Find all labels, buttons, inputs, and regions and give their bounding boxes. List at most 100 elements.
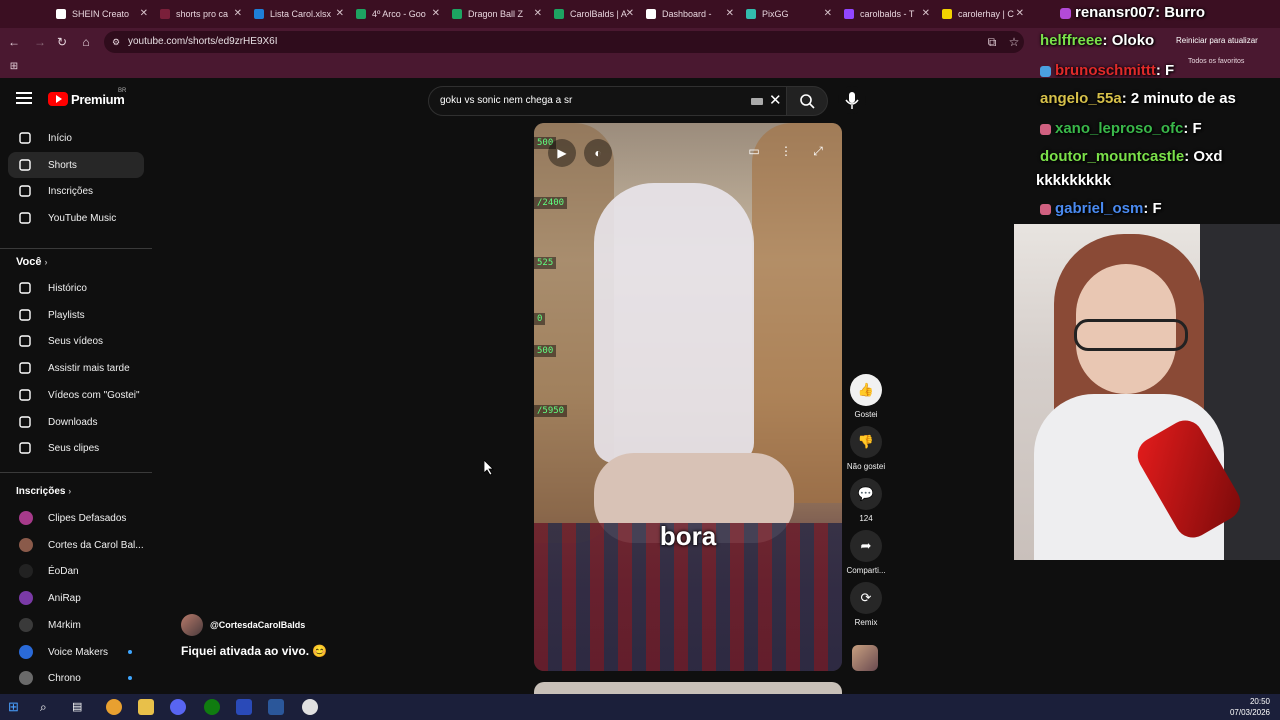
sidebar-item[interactable]: Playlists [8, 302, 144, 328]
menu-icon[interactable] [16, 92, 32, 104]
start-icon[interactable]: ⊞ [8, 699, 24, 715]
browser-tab[interactable]: carolerhay | C ✕ [942, 3, 1030, 25]
sidebar-item[interactable]: Início [8, 125, 144, 151]
stream-chat-overlay: renansr007: Burro helffreee: Oloko brunosc… [1030, 0, 1280, 224]
subscriptions-icon [18, 184, 32, 198]
action-remix[interactable]: ⟳ Remix [846, 582, 886, 627]
back-icon[interactable]: ← [6, 34, 22, 50]
browser-tab[interactable]: carolbalds - T ✕ [844, 3, 936, 25]
fullscreen-icon[interactable]: ⤢ [808, 141, 828, 161]
author-handle[interactable]: @CortesdaCarolBalds [210, 620, 305, 630]
play-icon[interactable]: ▶ [548, 139, 576, 167]
sidebar-item-label: Assistir mais tarde [48, 363, 130, 375]
youtube-premium-logo[interactable]: Premium BR [48, 88, 126, 108]
search-button[interactable] [786, 86, 828, 116]
voice-search-button[interactable] [838, 86, 866, 114]
remix-icon[interactable]: ⟳ [850, 582, 882, 614]
sidebar-item[interactable]: Downloads [8, 409, 144, 435]
reload-icon[interactable]: ↻ [54, 34, 70, 50]
close-tab-icon[interactable]: ✕ [534, 8, 542, 19]
watch-later-icon [18, 361, 32, 375]
sidebar-item[interactable]: AniRap [8, 585, 144, 611]
url-field[interactable]: ⚙ youtube.com/shorts/ed9zrHE9X6I [104, 31, 1024, 53]
browser-tab[interactable]: 4º Arco - Goo ✕ [356, 3, 446, 25]
forward-icon[interactable]: → [32, 34, 48, 50]
sidebar-item[interactable]: Cortes da Carol Bal... [8, 532, 144, 558]
sidebar-item[interactable]: M4rkim [8, 612, 144, 638]
keyboard-icon[interactable] [751, 98, 763, 105]
chrome-icon[interactable] [106, 699, 122, 715]
close-tab-icon[interactable]: ✕ [432, 8, 440, 19]
browser-tab[interactable]: shorts pro ca ✕ [160, 3, 248, 25]
system-clock[interactable]: 20:50 07/03/2026 [1230, 696, 1270, 718]
sidebar-item[interactable]: Histórico [8, 275, 144, 301]
sidebar-item[interactable]: Clipes Defasados [8, 505, 144, 531]
browser-tab[interactable]: Dashboard - ✕ [646, 3, 740, 25]
browser-tab[interactable]: CarolBalds | A ✕ [554, 3, 640, 25]
author-avatar[interactable] [181, 614, 203, 636]
chat-text: : F [1155, 62, 1175, 79]
browser-tab[interactable]: SHEIN Creato ✕ [56, 3, 154, 25]
sidebar-item[interactable]: Voice Makers [8, 639, 144, 665]
channel-thumbnail[interactable] [852, 645, 878, 671]
share-icon[interactable]: ➦ [850, 530, 882, 562]
chat-text: : Oxd [1184, 148, 1223, 165]
close-tab-icon[interactable]: ✕ [234, 8, 242, 19]
section-subscriptions-title[interactable]: Inscrições › [16, 486, 71, 497]
next-short-preview[interactable] [534, 682, 842, 694]
bookmark-star-icon[interactable]: ☆ [1006, 34, 1022, 50]
obs-icon[interactable] [302, 699, 318, 715]
sidebar-item[interactable]: Assistir mais tarde [8, 355, 144, 381]
sidebar-item[interactable]: Vídeos com "Gostei" [8, 382, 144, 408]
comments-icon[interactable]: 💬 [850, 478, 882, 510]
short-author[interactable]: @CortesdaCarolBalds [181, 614, 305, 636]
close-tab-icon[interactable]: ✕ [922, 8, 930, 19]
site-info-icon[interactable]: ⚙ [108, 34, 124, 50]
close-tab-icon[interactable]: ✕ [1016, 8, 1024, 19]
search-input[interactable]: goku vs sonic nem chega a sr [440, 95, 572, 106]
xbox-icon[interactable] [204, 699, 220, 715]
dislike-icon[interactable]: 👎 [850, 426, 882, 458]
logo-text: Premium [71, 91, 125, 107]
action-comments[interactable]: 💬 124 [846, 478, 886, 523]
clips-icon [18, 441, 32, 455]
sidebar-item[interactable]: Seus vídeos [8, 328, 144, 354]
action-dislike[interactable]: 👎 Não gostei [846, 426, 886, 471]
browser-tab[interactable]: Dragon Ball Z ✕ [452, 3, 548, 25]
search-icon [800, 94, 815, 109]
close-tab-icon[interactable]: ✕ [726, 8, 734, 19]
channel-avatar [19, 644, 33, 659]
sidebar-item[interactable]: YouTube Music [8, 205, 144, 231]
close-tab-icon[interactable]: ✕ [140, 8, 148, 19]
sidebar-item[interactable]: Seus clipes [8, 435, 144, 461]
install-icon[interactable]: ⧉ [984, 34, 1000, 50]
action-share[interactable]: ➦ Comparti... [846, 530, 886, 575]
more-options-icon[interactable]: ⋮ [776, 141, 796, 161]
sidebar-item[interactable]: ÉoDan [8, 558, 144, 584]
like-icon[interactable]: 👍 [850, 374, 882, 406]
home-browser-icon[interactable]: ⌂ [78, 34, 94, 50]
sidebar-item-label: AniRap [48, 593, 81, 605]
short-video-player[interactable]: 500/2400 525 0 500/5950 ▶ ◐ ▭ ⋮ ⤢ bora [534, 123, 842, 671]
section-you-title[interactable]: Você › [16, 256, 48, 268]
browser-tab[interactable]: Lista Carol.xlsx ✕ [254, 3, 350, 25]
apps-icon[interactable]: ⊞ [6, 59, 22, 75]
action-like[interactable]: 👍 Gostei [846, 374, 886, 419]
close-tab-icon[interactable]: ✕ [824, 8, 832, 19]
file-explorer-icon[interactable] [138, 699, 154, 715]
discord-icon[interactable] [170, 699, 186, 715]
search-taskbar-icon[interactable]: ⌕ [40, 699, 56, 715]
task-view-icon[interactable]: ▤ [72, 699, 88, 715]
close-tab-icon[interactable]: ✕ [626, 8, 634, 19]
close-tab-icon[interactable]: ✕ [336, 8, 344, 19]
volume-icon[interactable]: ◐ [584, 139, 612, 167]
captions-icon[interactable]: ▭ [744, 141, 764, 161]
sidebar-item[interactable]: Shorts [8, 151, 144, 178]
search-box[interactable]: goku vs sonic nem chega a sr ✕ [428, 86, 788, 116]
clear-search-icon[interactable]: ✕ [769, 91, 782, 109]
security-icon[interactable] [236, 699, 252, 715]
sidebar-item[interactable]: Chrono [8, 665, 144, 691]
browser-tab[interactable]: PixGG ✕ [746, 3, 838, 25]
word-icon[interactable] [268, 699, 284, 715]
sidebar-item[interactable]: Inscrições [8, 178, 144, 204]
